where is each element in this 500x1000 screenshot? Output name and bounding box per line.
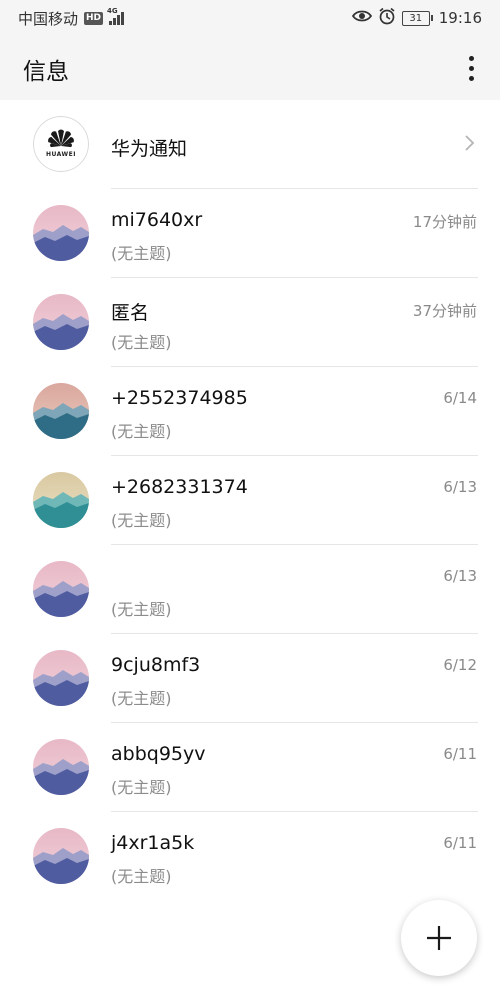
contact-avatar [33, 383, 89, 439]
contact-name: 9cju8mf3 [111, 654, 201, 676]
contact-avatar [33, 205, 89, 261]
landscape-avatar-icon [33, 650, 89, 706]
carrier-name: 中国移动 [18, 9, 79, 28]
conversation-row[interactable]: +2552374985 (无主题) 6/14 [0, 367, 500, 456]
landscape-avatar-icon [33, 472, 89, 528]
conversation-row[interactable]: j4xr1a5k (无主题) 6/11 [0, 812, 500, 901]
message-subject: (无主题) [111, 867, 172, 886]
message-time: 6/13 [443, 567, 477, 585]
message-time: 6/11 [443, 834, 477, 852]
message-subject: (无主题) [111, 511, 172, 530]
message-subject: (无主题) [111, 422, 172, 441]
contact-name: +2682331374 [111, 476, 248, 498]
landscape-avatar-icon [33, 739, 89, 795]
hd-badge: HD [84, 11, 104, 25]
conversation-row[interactable]: (无主题) 6/13 [0, 545, 500, 634]
notice-row[interactable]: HUAWEI 华为通知 [0, 100, 500, 189]
eye-icon [351, 9, 372, 27]
contact-avatar [33, 294, 89, 350]
conversation-row[interactable]: +2682331374 (无主题) 6/13 [0, 456, 500, 545]
clock-time: 19:16 [438, 9, 482, 27]
huawei-logo-text: HUAWEI [45, 151, 77, 158]
contact-avatar [33, 650, 89, 706]
contact-avatar [33, 472, 89, 528]
alarm-icon [378, 7, 396, 29]
new-message-button[interactable] [401, 900, 477, 976]
notice-title: 华为通知 [111, 138, 188, 160]
landscape-avatar-icon [33, 828, 89, 884]
landscape-avatar-icon [33, 561, 89, 617]
page-title: 信息 [23, 59, 69, 85]
contact-name: 匿名 [111, 302, 150, 324]
contact-avatar [33, 828, 89, 884]
contact-name: +2552374985 [111, 387, 248, 409]
message-time: 6/14 [443, 389, 477, 407]
app-bar: 信息 [0, 36, 500, 100]
conversation-row[interactable]: 匿名 (无主题) 37分钟前 [0, 278, 500, 367]
message-time: 37分钟前 [412, 302, 477, 320]
plus-icon [427, 926, 451, 950]
message-subject: (无主题) [111, 778, 172, 797]
message-subject: (无主题) [111, 333, 172, 352]
message-time: 6/12 [443, 656, 477, 674]
battery-icon: 31 [401, 10, 433, 26]
message-subject: (无主题) [111, 600, 172, 619]
message-subject: (无主题) [111, 689, 172, 708]
conversation-row[interactable]: abbq95yv (无主题) 6/11 [0, 723, 500, 812]
message-time: 6/13 [443, 478, 477, 496]
network-type: 4G [107, 7, 118, 15]
contact-avatar [33, 561, 89, 617]
contact-avatar [33, 739, 89, 795]
status-right: 31 19:16 [351, 7, 482, 29]
landscape-avatar-icon [33, 294, 89, 350]
status-left: 中国移动 HD 4G [18, 7, 125, 29]
conversation-list: HUAWEI 华为通知 mi7640xr (无主题) 17分钟前匿名 (无主题) 37分… [0, 100, 500, 901]
more-vertical-icon[interactable] [456, 50, 486, 86]
message-time: 6/11 [443, 745, 477, 763]
landscape-avatar-icon [33, 383, 89, 439]
conversation-row[interactable]: mi7640xr (无主题) 17分钟前 [0, 189, 500, 278]
status-bar: 中国移动 HD 4G 31 19:16 [0, 0, 500, 36]
landscape-avatar-icon [33, 205, 89, 261]
message-time: 17分钟前 [412, 213, 477, 231]
huawei-logo-icon [48, 129, 74, 148]
signal-icon: 4G [107, 7, 125, 25]
conversation-row[interactable]: 9cju8mf3 (无主题) 6/12 [0, 634, 500, 723]
contact-name: mi7640xr [111, 209, 203, 231]
contact-name: j4xr1a5k [111, 832, 195, 854]
chevron-right-icon [465, 135, 475, 151]
contact-name: abbq95yv [111, 743, 206, 765]
battery-level: 31 [401, 10, 430, 26]
message-subject: (无主题) [111, 244, 172, 263]
huawei-logo-avatar: HUAWEI [33, 116, 89, 172]
